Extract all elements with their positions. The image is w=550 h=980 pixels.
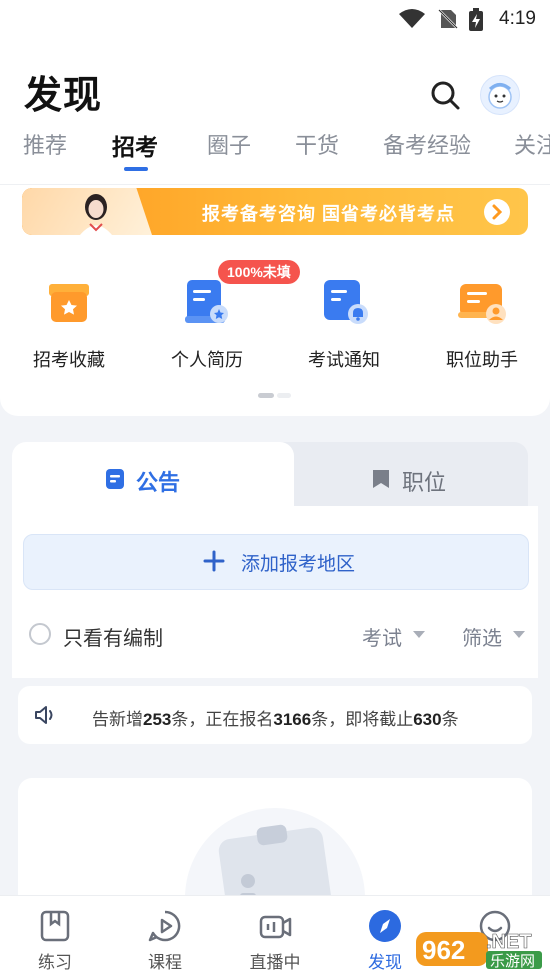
video-camera-icon	[259, 915, 292, 939]
bookmark-icon	[373, 470, 389, 488]
battery-charging-icon	[469, 8, 483, 31]
page-indicator	[258, 393, 292, 398]
svg-text:乐游网: 乐游网	[490, 952, 535, 970]
tab-circle[interactable]: 圈子	[207, 128, 251, 160]
divider	[0, 184, 550, 185]
nav-label: 直播中	[249, 953, 301, 972]
chevron-down-icon	[513, 631, 525, 638]
nav-courses[interactable]: 课程	[110, 896, 220, 980]
clipboard-illustration	[185, 808, 365, 908]
presenter-avatar	[80, 194, 112, 235]
search-icon[interactable]	[428, 78, 462, 112]
job-assistant-icon	[458, 284, 506, 324]
notice-bar[interactable]: 告新增253条，正在报名3166条，即将截止630条	[18, 686, 532, 744]
watermark-logo: 962 .NET 乐游网	[416, 926, 546, 972]
grid-item-favorites[interactable]: 招考收藏	[4, 272, 134, 372]
book-icon	[40, 910, 70, 942]
page-title: 发现	[24, 75, 103, 117]
compass-icon	[369, 910, 401, 942]
only-quota-radio[interactable]	[29, 623, 51, 645]
play-circle-icon	[148, 910, 181, 942]
chevron-down-icon	[413, 631, 425, 638]
banner-arrow-button[interactable]	[484, 199, 510, 225]
only-quota-label[interactable]: 只看有编制	[63, 622, 163, 651]
tab-positions[interactable]: 职位	[402, 465, 446, 497]
notice-text: 告新增253条，正在报名3166条，即将截止630条	[92, 710, 459, 729]
grid-label: 个人简历	[171, 350, 243, 370]
announcement-icon	[106, 469, 124, 489]
grid-label: 考试通知	[308, 350, 380, 370]
status-bar: 4:19	[0, 0, 550, 38]
grid-label: 招考收藏	[33, 350, 105, 370]
plus-icon	[203, 550, 225, 572]
status-time: 4:19	[499, 8, 536, 29]
segment-tabs	[12, 442, 528, 506]
grid-item-resume[interactable]: 个人简历	[142, 272, 272, 372]
star-box-icon	[49, 284, 89, 322]
tab-announcements[interactable]: 公告	[136, 465, 180, 497]
filter-dropdown[interactable]: 筛选	[462, 622, 502, 651]
banner-text: 报考备考咨询 国省考必背考点	[202, 204, 455, 224]
tab-recruitment[interactable]: 招考	[112, 128, 158, 162]
empty-state-card	[18, 778, 532, 908]
exam-filter-dropdown[interactable]: 考试	[362, 622, 402, 651]
tab-recommend[interactable]: 推荐	[23, 128, 67, 160]
svg-text:962: 962	[422, 935, 465, 965]
tab-resources[interactable]: 干货	[295, 128, 339, 160]
add-region-label: 添加报考地区	[241, 554, 356, 575]
tab-follow[interactable]: 关注	[514, 128, 550, 160]
svg-text:.NET: .NET	[486, 931, 532, 953]
filter-panel	[12, 506, 538, 678]
avatar[interactable]	[480, 75, 520, 115]
promo-banner[interactable]: 报考备考咨询 国省考必背考点	[22, 188, 528, 235]
grid-item-exam-notice[interactable]: 考试通知	[279, 272, 409, 372]
tab-experience[interactable]: 备考经验	[383, 128, 471, 160]
nav-label: 练习	[38, 953, 72, 972]
grid-item-job-assistant[interactable]: 职位助手	[417, 272, 547, 372]
add-region-button[interactable]: 添加报考地区	[23, 534, 529, 590]
grid-label: 职位助手	[446, 350, 518, 370]
category-tabs: 推荐 招考 圈子 干货 备考经验 关注	[0, 128, 550, 178]
wifi-icon	[399, 9, 425, 28]
chevron-right-icon	[492, 204, 503, 220]
nav-live[interactable]: 直播中	[220, 896, 330, 980]
avatar-icon	[488, 83, 512, 109]
notification-icon	[324, 280, 368, 324]
speaker-icon	[35, 706, 53, 724]
nav-label: 课程	[148, 953, 182, 972]
nav-practice[interactable]: 练习	[0, 896, 110, 980]
active-tab-indicator	[124, 167, 148, 171]
no-sim-icon	[438, 9, 458, 29]
